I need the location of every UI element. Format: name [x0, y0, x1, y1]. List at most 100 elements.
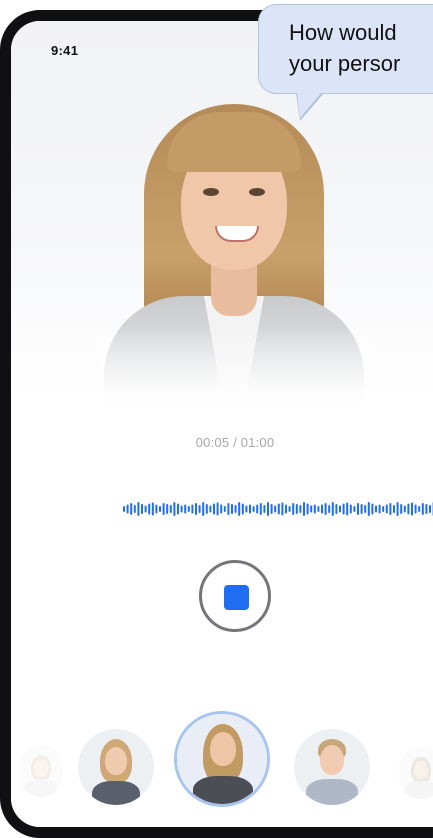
waveform-bar [364, 505, 367, 513]
waveform-bar [173, 502, 176, 516]
waveform-bar [249, 504, 251, 514]
persona-avatar-1[interactable] [19, 745, 63, 797]
waveform-bar [317, 506, 320, 512]
screen: 9:41 00:05 / 01:00 [11, 21, 433, 827]
avatar-face [320, 745, 344, 775]
phone-frame: 9:41 00:05 / 01:00 [0, 10, 433, 838]
waveform-bar [191, 504, 194, 514]
avatar-face [210, 732, 236, 766]
avatar-body [193, 776, 253, 804]
waveform-bar [263, 505, 266, 513]
waveform-bar [270, 504, 273, 514]
stop-icon [224, 585, 249, 610]
waveform-bar [195, 503, 197, 515]
waveform-bar [166, 504, 169, 514]
waveform-bar [213, 503, 215, 515]
waveform-bar [353, 506, 356, 512]
waveform-bar [375, 505, 377, 513]
waveform-bar [385, 504, 388, 514]
audio-waveform [123, 502, 433, 516]
avatar-body [405, 781, 433, 799]
waveform-bar [274, 505, 277, 513]
avatar-face [34, 759, 48, 777]
portrait-eye-right [249, 188, 265, 196]
portrait-eye-left [203, 188, 219, 196]
waveform-bar [421, 503, 424, 515]
recording-timer: 00:05 / 01:00 [195, 435, 275, 450]
speech-bubble-line-1: How would [289, 20, 397, 45]
waveform-bar [205, 504, 208, 514]
waveform-bar [137, 502, 140, 516]
waveform-bar [321, 504, 323, 514]
app-page: 9:41 00:05 / 01:00 How would your persor [0, 0, 433, 838]
persona-avatar-3-selected[interactable] [174, 711, 270, 807]
avatar-body [306, 779, 358, 805]
waveform-bar [223, 506, 226, 512]
waveform-bar [299, 505, 302, 513]
speech-bubble: How would your persor [258, 4, 433, 94]
waveform-bar [126, 504, 129, 514]
persona-avatar-4[interactable] [294, 729, 370, 805]
waveform-bar [403, 505, 406, 513]
avatar-body [25, 779, 57, 797]
waveform-bar [241, 503, 244, 515]
waveform-bar [328, 505, 331, 513]
waveform-bar [148, 503, 151, 515]
waveform-bar [187, 506, 190, 512]
waveform-bar [306, 503, 309, 515]
waveform-bar [144, 505, 147, 513]
waveform-bar [180, 505, 183, 513]
waveform-bar [202, 502, 205, 516]
waveform-bar [357, 503, 359, 515]
waveform-bar [324, 503, 327, 515]
waveform-bar [216, 502, 219, 516]
waveform-bar [267, 502, 269, 516]
waveform-bar [389, 503, 392, 515]
waveform-bar [177, 503, 179, 515]
waveform-bar [339, 505, 341, 513]
waveform-bar [130, 503, 133, 515]
waveform-bar [303, 502, 305, 516]
waveform-bar [220, 504, 223, 514]
waveform-bar [382, 506, 385, 512]
waveform-bar [378, 504, 381, 514]
persona-avatar-2[interactable] [78, 729, 154, 805]
waveform-bar [418, 506, 421, 512]
persona-portrait [99, 96, 369, 406]
speech-bubble-tail [297, 92, 322, 118]
waveform-bar [400, 504, 403, 514]
waveform-bar [234, 505, 237, 513]
waveform-bar [245, 505, 248, 513]
persona-avatar-5[interactable] [399, 747, 433, 799]
waveform-bar [371, 503, 374, 515]
stop-recording-button[interactable] [199, 560, 271, 632]
status-bar-time: 9:41 [51, 43, 79, 58]
waveform-bar [281, 502, 284, 516]
waveform-bar [425, 504, 428, 514]
waveform-bar [288, 506, 291, 512]
waveform-bar [133, 505, 136, 513]
waveform-bar [414, 504, 417, 514]
avatar-face [414, 761, 428, 779]
waveform-bar [238, 502, 241, 516]
waveform-bar [151, 502, 154, 516]
waveform-bar [277, 503, 280, 515]
waveform-bar [349, 504, 352, 514]
waveform-bar [209, 505, 212, 513]
waveform-bar [259, 503, 262, 515]
waveform-bar [292, 503, 295, 515]
waveform-bar [335, 504, 338, 514]
waveform-bar [159, 506, 161, 512]
waveform-bar [227, 503, 230, 515]
waveform-bar [252, 506, 255, 512]
waveform-bar [231, 504, 233, 514]
waveform-bar [310, 505, 313, 513]
portrait-fade [99, 326, 369, 406]
waveform-bar [256, 504, 259, 514]
waveform-bar [407, 503, 410, 515]
waveform-bar [396, 502, 399, 516]
waveform-bar [162, 503, 165, 515]
waveform-bar [198, 505, 201, 513]
waveform-bar [411, 502, 413, 516]
avatar-face [105, 747, 127, 775]
